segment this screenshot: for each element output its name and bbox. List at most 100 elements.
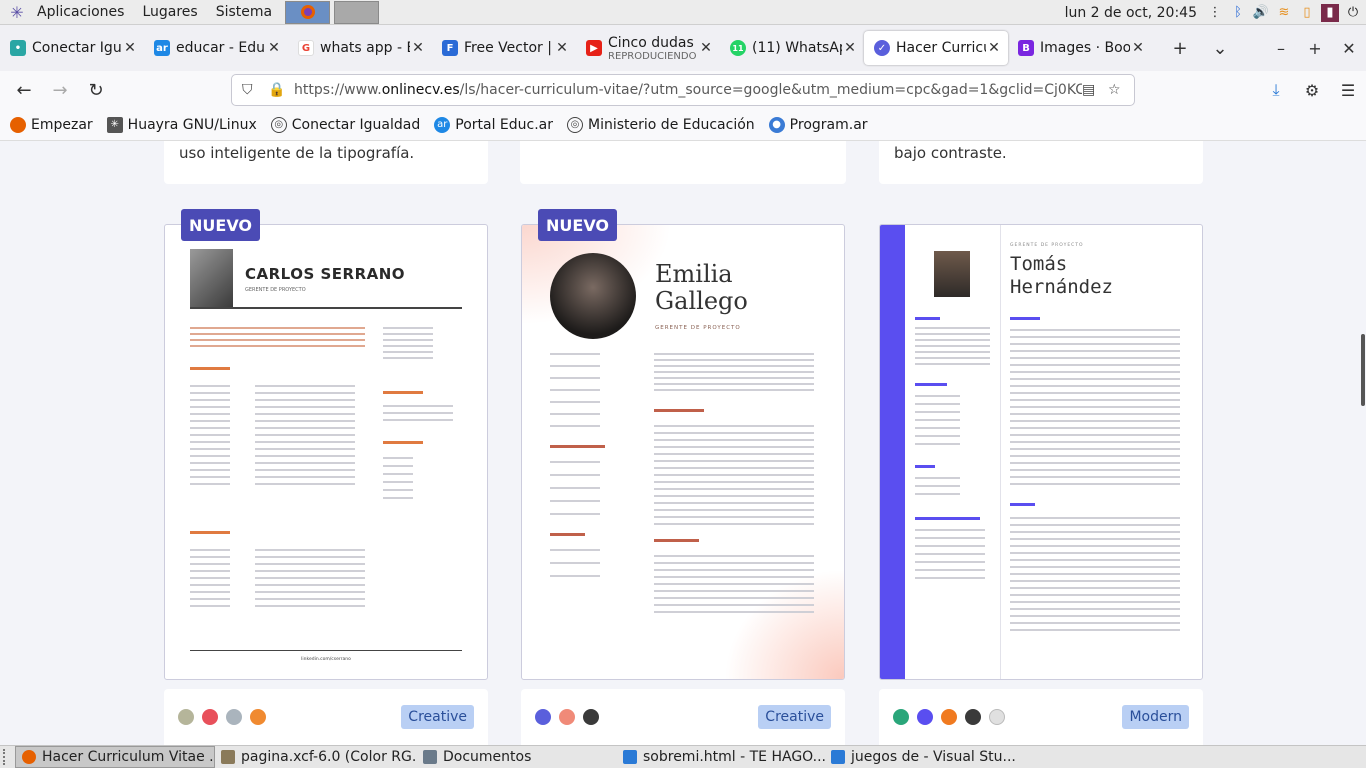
bookmark-portal-educar[interactable]: ar Portal Educ.ar [434, 116, 554, 133]
tab-educar[interactable]: ar educar - Edu ✕ [144, 31, 288, 65]
close-icon[interactable]: ✕ [1130, 40, 1146, 56]
minimize-icon[interactable]: – [1264, 39, 1298, 58]
cv-section-heading [383, 391, 423, 394]
cv-name: CARLOS SERRANO [245, 265, 406, 283]
cv-text-line [550, 377, 600, 379]
cv-section-heading [915, 465, 935, 468]
lock-icon[interactable]: 🔒 [268, 82, 294, 98]
taskbar-gimp[interactable]: pagina.xcf-6.0 (Color RG... [215, 746, 417, 768]
cv-template-card-tomas[interactable]: GERENTE DE PROYECTO Tomás Hernández [879, 224, 1203, 680]
huayra-menu-icon[interactable]: ✳ [6, 2, 28, 22]
color-swatch[interactable] [559, 709, 575, 725]
color-swatch[interactable] [202, 709, 218, 725]
color-swatch[interactable] [989, 709, 1005, 725]
menu-lugares[interactable]: Lugares [133, 4, 206, 20]
new-tab-icon[interactable]: + [1160, 38, 1200, 59]
url-text[interactable]: https://www.onlinecv.es/ls/hacer-curricu… [294, 82, 1082, 98]
download-icon[interactable]: ⤓ [1258, 80, 1294, 100]
monitor-icon[interactable]: ▮ [1321, 3, 1339, 22]
bookmark-label: Portal Educ.ar [455, 116, 554, 133]
user-icon[interactable]: ⏻ [1344, 4, 1362, 22]
cv-text-line [654, 439, 814, 441]
bookmark-empezar[interactable]: Empezar [10, 116, 93, 133]
cv-text-line [915, 411, 960, 413]
maximize-icon[interactable]: + [1298, 39, 1332, 58]
wifi-icon[interactable]: ≋ [1275, 4, 1293, 22]
cv-text-line [915, 545, 985, 547]
reader-view-icon[interactable]: ▤ [1082, 82, 1108, 98]
cv-last-name: Gallego [655, 287, 748, 315]
color-swatch[interactable] [965, 709, 981, 725]
color-swatch[interactable] [178, 709, 194, 725]
cv-text-line [255, 570, 365, 572]
cv-template-card-carlos[interactable]: CARLOS SERRANO GERENTE DE PROYECTO linke… [164, 224, 488, 680]
close-icon[interactable]: ✕ [410, 40, 426, 56]
color-swatch[interactable] [250, 709, 266, 725]
tab-whatsapp-search[interactable]: G whats app - E ✕ [288, 31, 432, 65]
reload-icon[interactable]: ↻ [78, 74, 114, 106]
color-swatch[interactable] [893, 709, 909, 725]
style-tag[interactable]: Creative [401, 705, 474, 729]
close-icon[interactable]: ✕ [554, 40, 570, 56]
tab-list-chevron-down-icon[interactable]: ⌄ [1200, 38, 1240, 59]
dots-icon[interactable]: ⋮ [1206, 4, 1224, 22]
url-path: /ls/hacer-curriculum-vitae/?utm_source=g… [459, 82, 1082, 98]
tab-whatsapp[interactable]: 11 (11) WhatsAp ✕ [720, 31, 864, 65]
clock[interactable]: lun 2 de oct, 20:45 [1065, 5, 1197, 21]
tab-cinco-dudas[interactable]: ▶ Cinco dudas REPRODUCIENDO ✕ [576, 31, 720, 65]
color-swatch[interactable] [226, 709, 242, 725]
window-close-icon[interactable]: ✕ [1332, 39, 1366, 58]
tab-images-boo[interactable]: B Images · Boo ✕ [1008, 31, 1152, 65]
cv-text-line [1010, 399, 1180, 401]
forward-arrow-icon[interactable]: → [42, 74, 78, 106]
volume-icon[interactable]: 🔊 [1252, 4, 1270, 22]
cv-section-heading [190, 367, 230, 370]
firefox-launcher-icon[interactable] [285, 0, 331, 24]
bluetooth-icon[interactable]: ᛒ [1229, 4, 1247, 22]
color-swatch[interactable] [583, 709, 599, 725]
empty-launcher-slot[interactable] [334, 0, 380, 24]
taskbar-grip[interactable] [3, 749, 11, 765]
color-swatch[interactable] [941, 709, 957, 725]
cv-text-line [654, 377, 814, 379]
cv-text-line [190, 406, 230, 408]
cv-text-line [190, 434, 230, 436]
scrollbar-thumb[interactable] [1361, 334, 1365, 406]
bookmark-label: Conectar Igualdad [291, 116, 421, 133]
tab-conectar[interactable]: • Conectar Igu ✕ [0, 31, 144, 65]
bookmark-ministerio[interactable]: ◎ Ministerio de Educación [567, 116, 755, 133]
close-icon[interactable]: ✕ [698, 40, 714, 56]
style-tag[interactable]: Modern [1122, 705, 1189, 729]
taskbar-documentos[interactable]: Documentos [417, 746, 617, 768]
address-bar[interactable]: ⛉ 🔒 https://www.onlinecv.es/ls/hacer-cur… [231, 74, 1135, 106]
cv-text-line [550, 500, 600, 502]
close-icon[interactable]: ✕ [986, 40, 1002, 56]
tab-free-vector[interactable]: F Free Vector | ✕ [432, 31, 576, 65]
cv-text-line [1010, 441, 1180, 443]
bookmark-star-icon[interactable]: ☆ [1108, 82, 1134, 98]
bookmark-huayra[interactable]: ✳ Huayra GNU/Linux [106, 116, 257, 133]
back-arrow-icon[interactable]: ← [6, 74, 42, 106]
bookmark-conectar-igualdad[interactable]: ◎ Conectar Igualdad [270, 116, 421, 133]
menu-sistema[interactable]: Sistema [207, 4, 281, 20]
globe-icon: ◎ [567, 116, 584, 133]
taskbar-firefox[interactable]: Hacer Curriculum Vitae ... [15, 746, 215, 768]
close-icon[interactable]: ✕ [122, 40, 138, 56]
color-swatch[interactable] [535, 709, 551, 725]
color-swatch[interactable] [917, 709, 933, 725]
shield-icon[interactable]: ⛉ [242, 82, 268, 98]
menu-aplicaciones[interactable]: Aplicaciones [28, 4, 133, 20]
style-tag[interactable]: Creative [758, 705, 831, 729]
hamburger-menu-icon[interactable]: ☰ [1330, 81, 1366, 100]
close-icon[interactable]: ✕ [842, 40, 858, 56]
battery-icon[interactable]: ▯ [1298, 4, 1316, 22]
taskbar-vscode-juegos[interactable]: juegos de - Visual Stu... [825, 746, 1015, 768]
cv-text-line [255, 549, 365, 551]
bookmark-programar[interactable]: ● Program.ar [768, 116, 868, 133]
close-icon[interactable]: ✕ [266, 40, 282, 56]
cv-template-card-emilia[interactable]: Emilia Gallego GERENTE DE PROYECTO [521, 224, 845, 680]
tab-hacer-curriculum[interactable]: ✓ Hacer Curricu ✕ [864, 31, 1008, 65]
cv-text-line [550, 549, 600, 551]
taskbar-vscode-sobremi[interactable]: sobremi.html - TE HAGO... [617, 746, 825, 768]
extensions-icon[interactable]: ⚙ [1294, 81, 1330, 100]
